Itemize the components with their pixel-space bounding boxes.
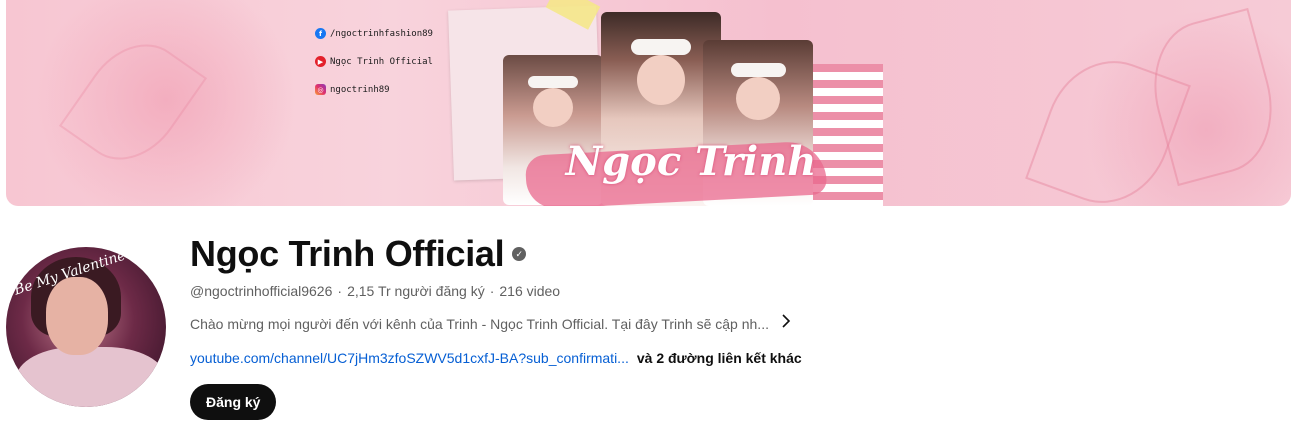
channel-title-row: Ngọc Trinh Official ✓ — [190, 232, 527, 276]
banner-brand-text: Ngọc Trinh — [565, 138, 817, 185]
instagram-link-text: ngoctrinh89 — [330, 84, 390, 95]
channel-meta: @ngoctrinhofficial9626 · 2,15 Tr người đ… — [190, 283, 560, 299]
youtube-link: ▶ Ngọc Trinh Official — [315, 56, 433, 67]
channel-banner: f /ngoctrinhfashion89 ▶ Ngọc Trinh Offic… — [6, 0, 1291, 206]
channel-handle: @ngoctrinhofficial9626 — [190, 283, 333, 299]
channel-name: Ngọc Trinh Official — [190, 233, 505, 274]
instagram-link: ◎ ngoctrinh89 — [315, 84, 390, 95]
instagram-icon: ◎ — [315, 84, 326, 95]
meta-separator: · — [337, 283, 343, 299]
verified-check-icon[interactable]: ✓ — [512, 247, 527, 261]
subscriber-count: 2,15 Tr người đăng ký — [347, 283, 485, 299]
channel-link[interactable]: youtube.com/channel/UC7jHm3zfoSZWV5d1cxf… — [190, 350, 629, 366]
description-text: Chào mừng mọi người đến với kênh của Tri… — [190, 315, 769, 332]
video-count: 216 video — [499, 283, 561, 299]
channel-links: youtube.com/channel/UC7jHm3zfoSZWV5d1cxf… — [190, 350, 802, 366]
subscribe-button[interactable]: Đăng ký — [190, 384, 277, 420]
more-links-button[interactable]: và 2 đường liên kết khác — [637, 350, 802, 366]
meta-separator: · — [489, 283, 495, 299]
facebook-link-text: /ngoctrinhfashion89 — [330, 28, 433, 39]
channel-description[interactable]: Chào mừng mọi người đến với kênh của Tri… — [190, 314, 791, 333]
youtube-icon: ▶ — [315, 56, 326, 67]
youtube-link-text: Ngọc Trinh Official — [330, 56, 433, 67]
banner-artwork: Ngọc Trinh — [448, 0, 883, 206]
facebook-icon: f — [315, 28, 326, 39]
chevron-right-icon[interactable] — [781, 314, 791, 333]
facebook-link: f /ngoctrinhfashion89 — [315, 28, 433, 39]
channel-avatar[interactable]: Be My Valentine — [6, 247, 166, 407]
